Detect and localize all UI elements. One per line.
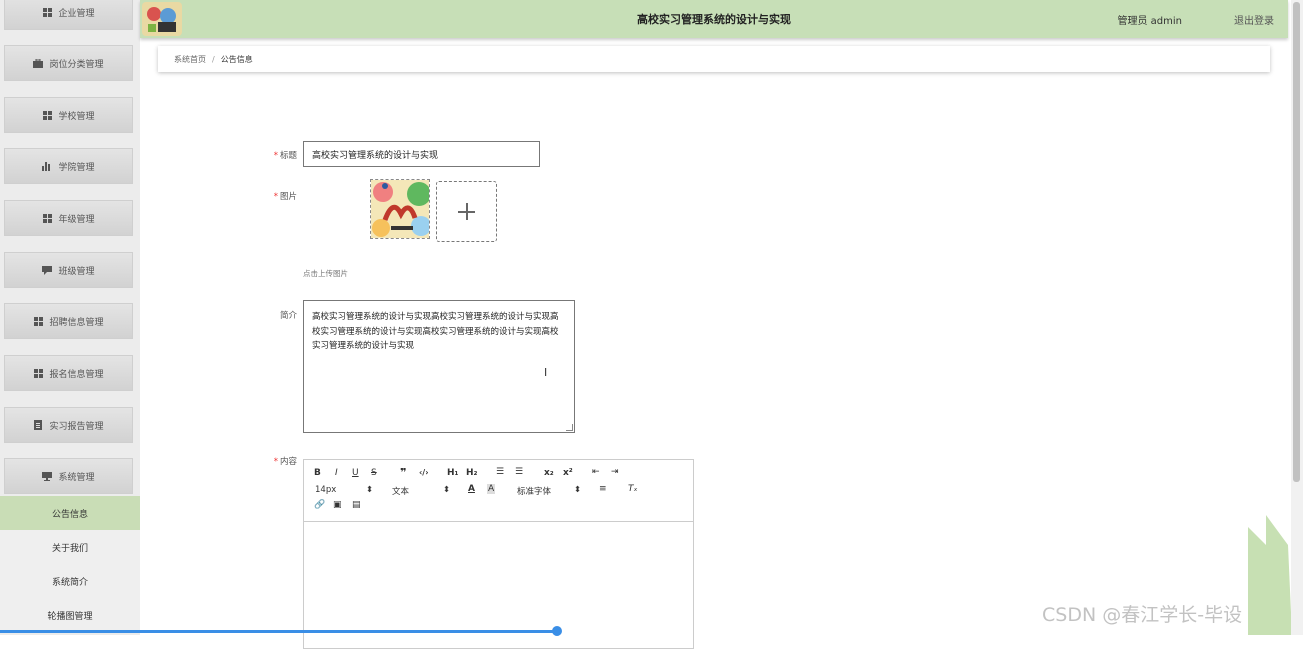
clear-format-icon[interactable]: Tₓ [628,484,638,494]
sidebar: 企业管理 岗位分类管理 学校管理 学院管理 年级管理 班级管理 招聘信息管理 报… [0,0,140,635]
sidebar-item-grade[interactable]: 年级管理 [4,200,133,236]
grid-icon [42,213,52,223]
logout-link[interactable]: 退出登录 [1234,12,1274,27]
bold-icon[interactable]: B [314,468,321,478]
editor-toolbar: B I U S ❞ ‹/› H₁ H₂ ☰ ☰ x₂ x² ⇤ ⇥ 14px ⬍… [304,460,693,522]
grid-icon [33,316,43,326]
intro-text: 高校实习管理系统的设计与实现高校实习管理系统的设计与实现高校实习管理系统的设计与… [312,312,559,351]
sidebar-subitem-intro[interactable]: 系统简介 [0,564,140,598]
code-block-icon[interactable]: ‹/› [419,468,429,477]
corner-decoration [1248,515,1292,635]
content-label: * 内容 [273,457,297,467]
sidebar-item-label: 企业管理 [58,8,95,19]
outdent-icon[interactable]: ⇤ [592,467,600,477]
superscript-icon[interactable]: x² [563,468,573,478]
required-mark: * [273,151,278,161]
blockquote-icon[interactable]: ❞ [400,466,406,479]
font-family-select[interactable]: 标准字体 [517,485,551,497]
sidebar-item-job-category[interactable]: 岗位分类管理 [4,45,133,81]
title-label: * 标题 [273,151,297,161]
sidebar-item-label: 系统管理 [58,472,95,483]
sidebar-item-label: 学院管理 [58,162,95,173]
sidebar-subitem-label: 轮播图管理 [47,611,93,622]
sidebar-item-class[interactable]: 班级管理 [4,252,133,288]
progress-bar [0,630,557,633]
rich-text-editor: B I U S ❞ ‹/› H₁ H₂ ☰ ☰ x₂ x² ⇤ ⇥ 14px ⬍… [303,459,694,649]
sidebar-subitem-label: 关于我们 [51,543,88,554]
grid-icon [42,110,52,120]
sidebar-item-enterprise[interactable]: 企业管理 [4,0,133,30]
monitor-icon [42,471,53,481]
header-chevron-icon: ⬍ [443,485,451,495]
page-scrollbar[interactable] [1291,0,1303,635]
intro-textarea[interactable]: 高校实习管理系统的设计与实现高校实习管理系统的设计与实现高校实习管理系统的设计与… [303,300,575,433]
sidebar-item-college[interactable]: 学院管理 [4,148,133,184]
indent-icon[interactable]: ⇥ [611,467,619,477]
uploaded-image-thumbnail[interactable] [370,179,430,239]
sidebar-item-label: 招聘信息管理 [49,317,104,328]
sidebar-item-school[interactable]: 学校管理 [4,97,133,133]
comment-icon [42,265,53,275]
plus-icon-vertical [466,203,468,220]
image-label: * 图片 [273,192,297,202]
breadcrumb-separator: / [212,54,215,64]
upload-image-button[interactable] [436,181,497,242]
file-icon [33,420,43,430]
briefcase-icon [33,58,44,68]
title-input[interactable]: 高校实习管理系统的设计与实现 [303,141,540,167]
grid-icon [33,368,43,378]
watermark-text: CSDN @春江学长-毕设 [1042,604,1243,626]
page-title: 高校实习管理系统的设计与实现 [637,13,791,26]
intro-label: 简介 [279,311,297,321]
italic-icon[interactable]: I [335,468,338,478]
video-icon[interactable]: ▤ [352,500,361,510]
header-1-icon[interactable]: H₁ [447,468,458,478]
required-mark: * [273,457,278,467]
sidebar-item-label: 年级管理 [58,214,95,225]
scrollbar-thumb[interactable] [1293,2,1300,482]
admin-user-label: 管理员 admin [1117,16,1182,27]
breadcrumb-home[interactable]: 系统首页 [174,54,206,65]
sidebar-item-application[interactable]: 报名信息管理 [4,355,133,391]
sidebar-item-label: 报名信息管理 [49,369,104,380]
header-2-icon[interactable]: H₂ [466,468,477,478]
link-icon[interactable]: 🔗 [314,500,325,510]
background-color-icon[interactable]: A [487,484,496,494]
header-select[interactable]: 文本 [392,485,409,497]
upload-hint: 点击上传图片 [303,269,348,278]
sidebar-subitem-notice[interactable]: 公告信息 [0,496,140,530]
breadcrumb: 系统首页 / 公告信息 [158,46,1270,72]
sidebar-subitem-about[interactable]: 关于我们 [0,530,140,564]
required-mark: * [273,192,278,202]
sidebar-subitem-label: 公告信息 [51,509,88,520]
sidebar-item-recruitment[interactable]: 招聘信息管理 [4,303,133,339]
sidebar-item-label: 学校管理 [58,111,95,122]
resize-handle[interactable] [566,424,573,431]
breadcrumb-current: 公告信息 [220,54,253,64]
underline-icon[interactable]: U [352,468,359,478]
image-icon[interactable]: ▣ [333,500,342,510]
bullet-list-icon[interactable]: ☰ [515,467,523,477]
sidebar-item-label: 实习报告管理 [49,421,104,432]
sidebar-item-label: 岗位分类管理 [49,59,104,70]
top-header: 高校实习管理系统的设计与实现 管理员 admin 退出登录 [140,0,1288,38]
font-family-chevron-icon: ⬍ [574,485,582,495]
sidebar-subitem-label: 系统简介 [51,577,88,588]
strikethrough-icon[interactable]: S [371,468,377,478]
ordered-list-icon[interactable]: ☰ [496,467,504,477]
font-size-select[interactable]: 14px [315,485,336,495]
grid-icon [42,7,52,17]
subscript-icon[interactable]: x₂ [544,468,554,478]
font-color-icon[interactable]: A [468,484,475,494]
bar-chart-icon [42,161,52,171]
sidebar-item-system[interactable]: 系统管理 [4,458,133,494]
align-icon[interactable]: ≡ [599,484,607,494]
text-cursor-icon: I [544,366,548,379]
sidebar-subitem-carousel[interactable]: 轮播图管理 [0,598,140,632]
font-size-chevron-icon: ⬍ [366,485,374,495]
sidebar-item-report[interactable]: 实习报告管理 [4,407,133,443]
sidebar-item-label: 班级管理 [58,266,95,277]
